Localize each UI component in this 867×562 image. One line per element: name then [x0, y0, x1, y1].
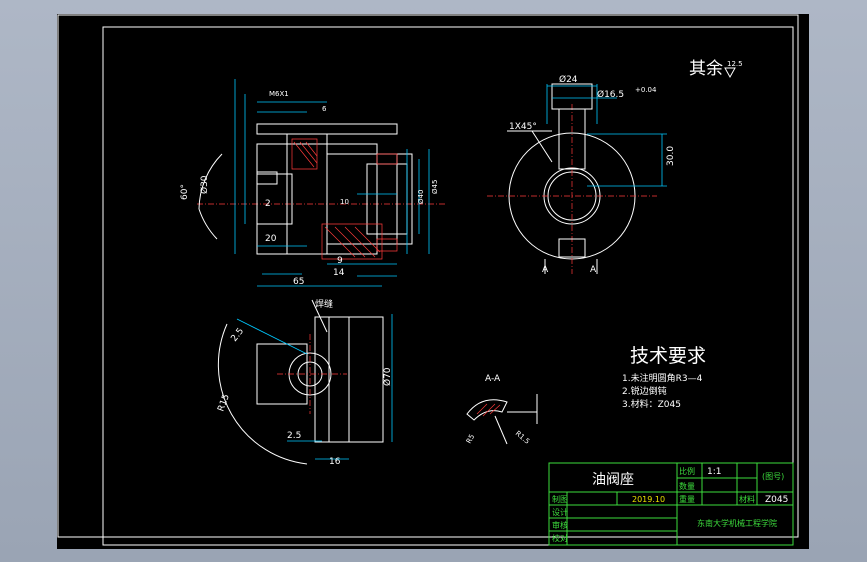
- weight-label: 重量: [679, 494, 695, 504]
- dim-d45: Ø45: [431, 180, 439, 194]
- dim-d40: Ø40: [417, 190, 425, 204]
- qty-label: 数量: [679, 481, 695, 491]
- tech-item-3: 3.材料：Z045: [622, 398, 681, 410]
- dim-14: 14: [333, 268, 345, 278]
- dim-r5: R5: [465, 433, 477, 445]
- dim-9: 9: [337, 256, 343, 266]
- tech-title: 技术要求: [630, 345, 706, 367]
- dim-16: 16: [329, 457, 341, 467]
- dim-30: 30.0: [666, 146, 676, 166]
- bottom-view: [217, 299, 393, 465]
- dim-m6: M6X1: [269, 90, 289, 98]
- dim-2-5a: 2.5: [229, 326, 246, 343]
- school-name: 东南大学机械工程学院: [697, 518, 777, 528]
- ratio-label: 比例: [679, 466, 695, 476]
- cut-label-right: A: [590, 265, 597, 275]
- drawing-number: (图号): [762, 472, 784, 481]
- check-label: 校对: [552, 533, 568, 543]
- title-block: [548, 462, 794, 546]
- dim-r1: R1.5: [514, 429, 531, 445]
- roughness-value: 12.5: [727, 60, 743, 68]
- outer-border: [57, 14, 799, 538]
- dim-d16-tol: +0.04: [635, 86, 657, 94]
- dim-d24: Ø24: [559, 74, 578, 85]
- roughness-symbol-icon: [724, 67, 736, 79]
- dim-d70: Ø70: [382, 367, 393, 386]
- review-label: 审核: [552, 520, 568, 530]
- dim-20: 20: [265, 234, 277, 244]
- drawing-sheet: 60° Ø30 2 20 65 9 14 10 M6X1 6 Ø40 Ø45 Ø…: [57, 14, 809, 549]
- dim-60deg: 60°: [180, 184, 190, 200]
- dim-d30: Ø30: [199, 175, 210, 194]
- draw-label: 制图: [552, 494, 568, 504]
- side-view: [487, 83, 667, 274]
- dim-d16: Ø16.5: [597, 89, 624, 100]
- part-name: 油阀座: [592, 472, 634, 488]
- date: 2019.10: [632, 495, 665, 504]
- material-label: 材料: [739, 494, 755, 504]
- cad-drawing: 60° Ø30 2 20 65 9 14 10 M6X1 6 Ø40 Ø45 Ø…: [57, 14, 799, 546]
- roughness-note: 其余: [689, 59, 723, 79]
- ratio-value: 1:1: [707, 467, 721, 477]
- tech-item-2: 2.锐边倒钝: [622, 385, 667, 397]
- design-label: 设计: [552, 507, 568, 517]
- section-label: A-A: [485, 374, 501, 384]
- dim-10: 10: [340, 198, 349, 206]
- dim-chamfer: 1X45°: [509, 122, 537, 132]
- weld-label: 焊缝: [315, 298, 333, 310]
- tech-item-1: 1.未注明圆角R3—4: [622, 372, 703, 384]
- dim-2-5b: 2.5: [287, 431, 301, 441]
- material-value: Z045: [765, 495, 788, 505]
- dim-6: 6: [322, 105, 327, 113]
- cut-label-left: A: [542, 265, 549, 275]
- dim-2: 2: [265, 199, 271, 209]
- dim-65: 65: [293, 277, 304, 287]
